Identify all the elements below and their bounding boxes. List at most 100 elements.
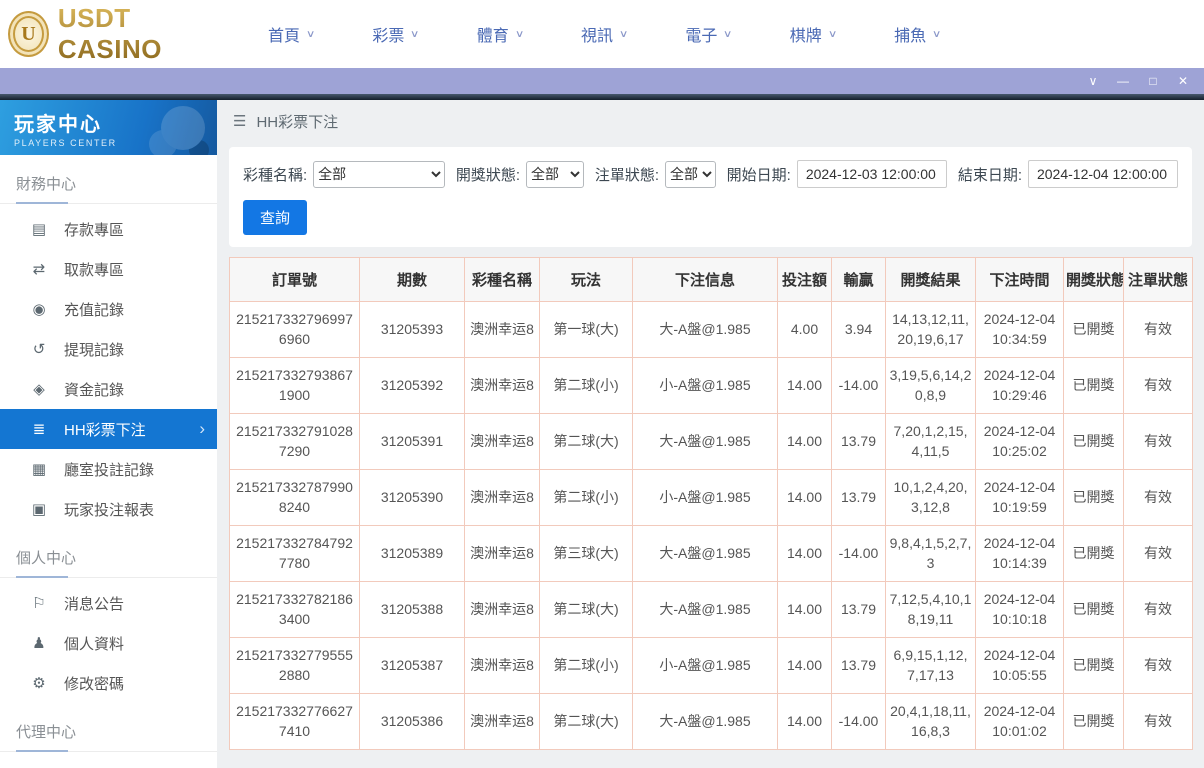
cell-play: 第二球(大) [539, 693, 633, 750]
cell-play: 第二球(小) [539, 357, 633, 414]
cell-win_loss: 13.79 [831, 469, 886, 526]
cell-bet_info: 小-A盤@1.985 [632, 357, 778, 414]
cell-bet_amount: 14.00 [777, 525, 832, 582]
cell-bet_time: 2024-12-04 10:05:55 [975, 637, 1064, 694]
top-bar: U USDT CASINO 首頁 ∨ 彩票 ∨ 體育 ∨ 視訊 ∨ 電子 ∨ 棋牌 ∨ 捕魚 ∨ [0, 0, 1204, 68]
sidebar-item-player-bet-report[interactable]: ▣ 玩家投注報表 [0, 489, 217, 529]
nav-item-label: 彩票 [372, 28, 405, 45]
cell-order_no: 2152173327938671900 [229, 357, 360, 414]
order-status-select[interactable]: 全部 [665, 160, 716, 188]
logo-coin-icon: U [8, 11, 49, 57]
table-row: 2152173327938671900 31205392 澳洲幸运8 第二球(小) 小-… [229, 357, 1193, 414]
nav-item-slots[interactable]: 電子 ∨ [685, 22, 733, 46]
sidebar-item-label: 存款專區 [64, 221, 125, 239]
cell-bet_amount: 14.00 [777, 357, 832, 414]
chevron-down-icon: ∨ [723, 28, 733, 40]
cell-period: 31205387 [359, 637, 465, 694]
cell-draw_status: 已開獎 [1063, 637, 1124, 694]
cell-bet_time: 2024-12-04 10:19:59 [975, 469, 1064, 526]
sidebar-item-profile[interactable]: ♟ 個人資料 [0, 623, 217, 663]
sidebar-item-deposit[interactable]: ▤ 存款專區 [0, 209, 217, 249]
sidebar-item-label: 個人資料 [64, 635, 125, 653]
cell-order_status: 有效 [1123, 693, 1193, 750]
sidebar-item-hh-lottery-bets[interactable]: ≣ HH彩票下注 › [0, 409, 217, 449]
deposit-card-icon: ▤ [31, 221, 47, 238]
cell-draw_result: 7,20,1,2,15,4,11,5 [885, 413, 976, 470]
cell-order_no: 2152173327910287290 [229, 413, 360, 470]
cell-draw_result: 9,8,4,1,5,2,7,3 [885, 525, 976, 582]
cell-win_loss: 13.79 [831, 413, 886, 470]
start-date-input[interactable] [796, 160, 947, 188]
cell-period: 31205391 [359, 413, 465, 470]
cell-draw_status: 已開獎 [1063, 693, 1124, 750]
nav-item-label: 捕魚 [894, 28, 927, 45]
sidebar-item-room-bet-records[interactable]: ▦ 廳室投註記錄 [0, 449, 217, 489]
sidebar-section-agent: 代理中心 [0, 703, 217, 752]
sidebar-item-recharge-records[interactable]: ◉ 充值記錄 [0, 289, 217, 329]
sidebar-item-withdraw[interactable]: ⇄ 取款專區 [0, 249, 217, 289]
sidebar-item-change-password[interactable]: ⚙ 修改密碼 [0, 663, 217, 703]
chevron-down-icon: ∨ [305, 28, 316, 40]
cell-period: 31205388 [359, 581, 465, 638]
nav-item-chess[interactable]: 棋牌 ∨ [790, 22, 837, 46]
col-header-win_loss: 輸贏 [831, 257, 886, 302]
cell-win_loss: 3.94 [831, 301, 886, 358]
sidebar-item-announcements[interactable]: ⚐ 消息公告 [0, 583, 217, 623]
cell-bet_time: 2024-12-04 10:01:02 [975, 693, 1064, 750]
maximize-button[interactable]: □ [1138, 68, 1168, 94]
app-window: U USDT CASINO 首頁 ∨ 彩票 ∨ 體育 ∨ 視訊 ∨ 電子 ∨ 棋牌 ∨ 捕魚 ∨ ∨ — … [0, 0, 1204, 768]
sidebar-item-label: 廳室投註記錄 [64, 461, 155, 479]
cell-lottery_name: 澳洲幸运8 [464, 357, 540, 414]
lottery-name-select[interactable]: 全部 [313, 160, 445, 188]
sidebar-item-agent-rules[interactable]: ✎代理規則說明 [0, 757, 217, 768]
withdrawal-record-icon: ↺ [32, 341, 46, 358]
cell-lottery_name: 澳洲幸运8 [464, 301, 540, 358]
nav-item-sports[interactable]: 體育 ∨ [477, 22, 524, 46]
col-header-draw_status: 開獎狀態 [1063, 257, 1124, 302]
sidebar-subtitle: PLAYERS CENTER [14, 138, 117, 148]
start-date-label: 開始日期: [726, 166, 791, 184]
cell-play: 第二球(小) [539, 469, 633, 526]
table-row: 2152173327821863400 31205388 澳洲幸运8 第二球(大) 大-… [229, 581, 1193, 638]
cell-bet_amount: 14.00 [777, 469, 832, 526]
cell-win_loss: -14.00 [831, 693, 886, 750]
sidebar-item-label: 充值記錄 [64, 301, 125, 319]
nav-item-fishing[interactable]: 捕魚 ∨ [894, 22, 941, 46]
cell-play: 第二球(大) [539, 413, 633, 470]
sidebar-item-withdrawal-records[interactable]: ↺ 提現記錄 [0, 329, 217, 369]
sidebar-title: 玩家中心 [14, 114, 102, 136]
cell-play: 第三球(大) [539, 525, 633, 582]
cell-order_status: 有效 [1123, 637, 1193, 694]
end-date-input[interactable] [1027, 160, 1178, 188]
draw-status-select[interactable]: 全部 [526, 160, 584, 188]
nav-item-video[interactable]: 視訊 ∨ [581, 22, 628, 46]
search-button[interactable]: 查詢 [243, 200, 308, 235]
cell-order_no: 2152173327766277410 [229, 693, 360, 750]
sidebar-item-fund-records[interactable]: ◈ 資金記錄 [0, 369, 217, 409]
close-button[interactable]: ✕ [1168, 68, 1198, 94]
sidebar-item-label: 提現記錄 [64, 341, 125, 359]
sidebar-item-label: 消息公告 [64, 595, 125, 613]
col-header-play: 玩法 [539, 257, 633, 302]
cell-bet_time: 2024-12-04 10:25:02 [975, 413, 1064, 470]
collapse-chevron-icon[interactable]: ∨ [1078, 68, 1108, 94]
nav-item-home[interactable]: 首頁 ∨ [268, 22, 316, 46]
cell-order_no: 2152173327847927780 [229, 525, 360, 582]
main-content: ☰ HH彩票下注 彩種名稱: 全部 開獎狀態: 全部 注單狀態: 全部 開始日期… [217, 100, 1204, 768]
nav-item-lottery[interactable]: 彩票 ∨ [372, 22, 419, 46]
sidebar-item-label: 取款專區 [64, 261, 125, 279]
cell-draw_result: 10,1,2,4,20,3,12,8 [885, 469, 976, 526]
filter-panel: 彩種名稱: 全部 開獎狀態: 全部 注單狀態: 全部 開始日期: 結束日期: [229, 147, 1192, 247]
cell-bet_time: 2024-12-04 10:14:39 [975, 525, 1064, 582]
minimize-button[interactable]: — [1108, 68, 1138, 94]
cell-order_status: 有效 [1123, 357, 1193, 414]
hamburger-menu-icon[interactable]: ☰ [233, 112, 246, 130]
gear-icon: ⚙ [32, 675, 46, 692]
cell-draw_status: 已開獎 [1063, 413, 1124, 470]
cell-bet_info: 大-A盤@1.985 [632, 413, 778, 470]
cell-bet_info: 小-A盤@1.985 [632, 469, 778, 526]
cell-lottery_name: 澳洲幸运8 [464, 581, 540, 638]
col-header-period: 期數 [359, 257, 465, 302]
cell-bet_info: 大-A盤@1.985 [632, 581, 778, 638]
cell-order_no: 2152173327969976960 [229, 301, 360, 358]
